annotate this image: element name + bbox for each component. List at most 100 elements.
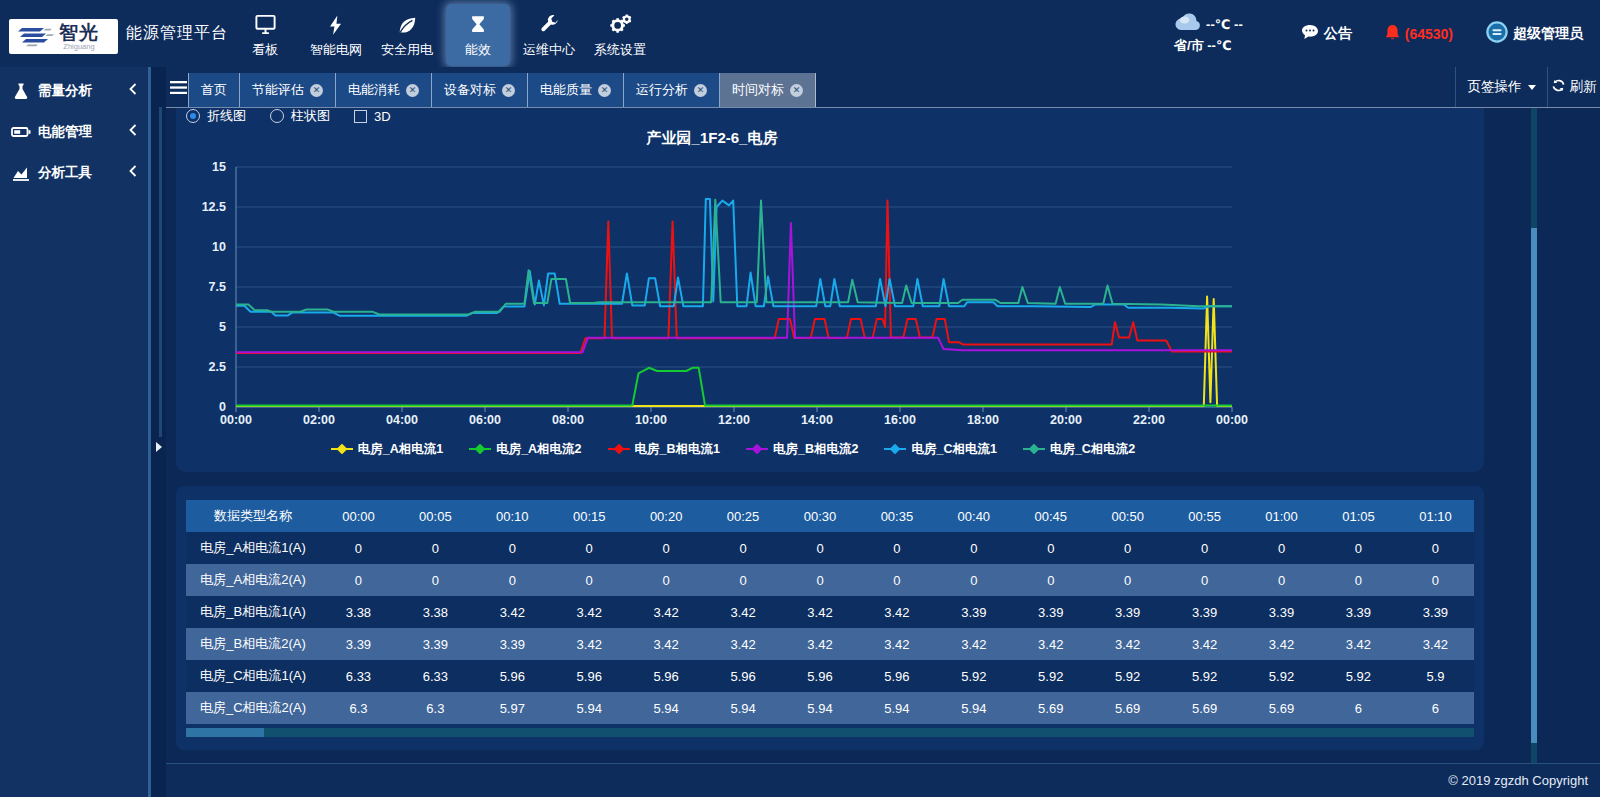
tab-电能质量[interactable]: 电能质量✕: [528, 73, 624, 107]
radio-icon[interactable]: [186, 109, 200, 123]
nav-item-看板[interactable]: 看板: [233, 4, 297, 66]
close-icon[interactable]: ✕: [406, 84, 419, 97]
legend-item-电房_A相电流1[interactable]: 电房_A相电流1: [331, 441, 443, 458]
table-cell: 3.39: [1089, 596, 1166, 628]
sidebar: 需量分析电能管理分析工具: [0, 67, 148, 797]
legend-marker-icon: [884, 443, 906, 457]
table-cell: 0: [474, 532, 551, 564]
alarm-count: (64530): [1405, 26, 1453, 42]
avatar: [1486, 21, 1508, 46]
gears-icon: [608, 13, 633, 37]
table-row[interactable]: 电房_B相电流1(A)3.383.383.423.423.423.423.423…: [186, 596, 1474, 628]
close-icon[interactable]: ✕: [790, 84, 803, 97]
line-chart: 02.557.51012.51500:0002:0004:0006:0008:0…: [176, 108, 1484, 472]
legend-marker-icon: [331, 443, 353, 457]
table-cell: 3.42: [782, 596, 859, 628]
legend-label: 电房_C相电流1: [911, 441, 996, 458]
legend-item-电房_C相电流1[interactable]: 电房_C相电流1: [884, 441, 996, 458]
tab-运行分析[interactable]: 运行分析 ✕: [624, 73, 720, 107]
tab-bar: 首页节能评估✕电能消耗✕设备对标✕电能质量✕运行分析✕时间对标✕ 页签操作 刷新: [166, 67, 1600, 108]
user-menu[interactable]: 超级管理员: [1486, 21, 1583, 46]
vertical-scrollbar-thumb[interactable]: [1531, 228, 1537, 743]
table-header-cell: 00:25: [705, 500, 782, 532]
hamburger-icon[interactable]: [166, 67, 190, 107]
tab-operations-label: 页签操作: [1468, 78, 1522, 96]
legend-item-电房_B相电流2[interactable]: 电房_B相电流2: [746, 441, 858, 458]
vertical-scrollbar[interactable]: [1531, 108, 1537, 763]
alarm-button[interactable]: (64530): [1385, 24, 1453, 44]
collapse-arrow-icon[interactable]: [156, 442, 162, 452]
table-cell: 0: [551, 564, 628, 596]
table-cell: 3.39: [1320, 596, 1397, 628]
tab-label: 运行分析: [636, 81, 688, 99]
table-cell: 5.96: [628, 660, 705, 692]
sidebar-item-分析工具[interactable]: 分析工具: [0, 152, 148, 193]
table-cell: 0: [1089, 532, 1166, 564]
close-icon[interactable]: ✕: [694, 84, 707, 97]
sidebar-item-label: 电能管理: [38, 123, 92, 141]
sidebar-splitter[interactable]: [148, 67, 166, 797]
horizontal-scrollbar-thumb[interactable]: [186, 728, 264, 737]
table-cell: 5.92: [935, 660, 1012, 692]
radio-icon[interactable]: [270, 109, 284, 123]
table-row[interactable]: 电房_B相电流2(A)3.393.393.393.423.423.423.423…: [186, 628, 1474, 660]
table-cell: 5.94: [551, 692, 628, 724]
table-cell: 3.39: [474, 628, 551, 660]
tab-电能消耗[interactable]: 电能消耗 ✕: [336, 73, 432, 107]
chart-title: 产业园_1F2-6_电房: [176, 129, 1248, 148]
nav-item-能效[interactable]: 能效: [446, 4, 510, 66]
table-cell: 0: [1397, 532, 1474, 564]
nav-item-智能电网[interactable]: 智能电网: [304, 4, 368, 66]
table-cell: 3.42: [1397, 628, 1474, 660]
announcement-label: 公告: [1324, 25, 1352, 43]
top-header: 智光 Zhiguang 能源管理平台 看板智能电网安全用电能效运维中心系统设置 …: [0, 0, 1600, 67]
nav-item-系统设置[interactable]: 系统设置: [588, 4, 652, 66]
legend-item-电房_A相电流2[interactable]: 电房_A相电流2: [469, 441, 581, 458]
radio-line-chart[interactable]: 折线图: [186, 108, 246, 125]
close-icon[interactable]: ✕: [598, 84, 611, 97]
announcement-button[interactable]: 公告: [1301, 24, 1352, 43]
checkbox-3d[interactable]: 3D: [354, 109, 391, 124]
svg-text:15: 15: [212, 160, 226, 174]
area-chart-icon: [11, 163, 31, 183]
logo[interactable]: 智光 Zhiguang: [9, 19, 118, 54]
tab-operations-dropdown[interactable]: 页签操作: [1455, 67, 1547, 107]
table-header-cell: 数据类型名称: [186, 500, 320, 532]
horizontal-scrollbar[interactable]: [186, 728, 1474, 737]
table-row[interactable]: 电房_A相电流2(A)000000000000000: [186, 564, 1474, 596]
legend-label: 电房_A相电流1: [358, 441, 443, 458]
nav-item-安全用电[interactable]: 安全用电: [375, 4, 439, 66]
logo-text: 智光: [59, 22, 99, 43]
close-icon[interactable]: ✕: [502, 84, 515, 97]
table-cell: 3.42: [1012, 628, 1089, 660]
leaf-icon: [396, 13, 418, 37]
legend-marker-icon: [1023, 443, 1045, 457]
table-row[interactable]: 电房_A相电流1(A)000000000000000: [186, 532, 1474, 564]
sidebar-item-电能管理[interactable]: 电能管理: [0, 111, 148, 152]
table-row[interactable]: 电房_C相电流2(A)6.36.35.975.945.945.945.945.9…: [186, 692, 1474, 724]
radio-bar-chart[interactable]: 柱状图: [270, 108, 330, 125]
refresh-button[interactable]: 刷新: [1547, 67, 1600, 107]
tab-label: 时间对标: [732, 81, 784, 99]
tab-首页[interactable]: 首页: [188, 73, 240, 107]
table-cell: 3.42: [474, 596, 551, 628]
sidebar-item-需量分析[interactable]: 需量分析: [0, 70, 148, 111]
monitor-icon: [254, 13, 277, 37]
tab-时间对标[interactable]: 时间对标 ✕: [720, 73, 816, 107]
row-label: 电房_A相电流1(A): [186, 532, 320, 564]
tab-label: 电能消耗: [348, 81, 400, 99]
legend-item-电房_C相电流2[interactable]: 电房_C相电流2: [1023, 441, 1135, 458]
legend-item-电房_B相电流1[interactable]: 电房_B相电流1: [608, 441, 720, 458]
table-cell: 0: [628, 532, 705, 564]
table-cell: 3.42: [1320, 628, 1397, 660]
table-cell: 0: [705, 564, 782, 596]
tab-节能评估[interactable]: 节能评估✕: [240, 73, 336, 107]
nav-label: 能效: [465, 41, 491, 59]
table-cell: 5.92: [1012, 660, 1089, 692]
tab-设备对标[interactable]: 设备对标✕: [432, 73, 528, 107]
table-row[interactable]: 电房_C相电流1(A)6.336.335.965.965.965.965.965…: [186, 660, 1474, 692]
nav-item-运维中心[interactable]: 运维中心: [517, 4, 581, 66]
checkbox-icon[interactable]: [354, 110, 367, 123]
close-icon[interactable]: ✕: [310, 84, 323, 97]
svg-text:08:00: 08:00: [552, 413, 584, 427]
